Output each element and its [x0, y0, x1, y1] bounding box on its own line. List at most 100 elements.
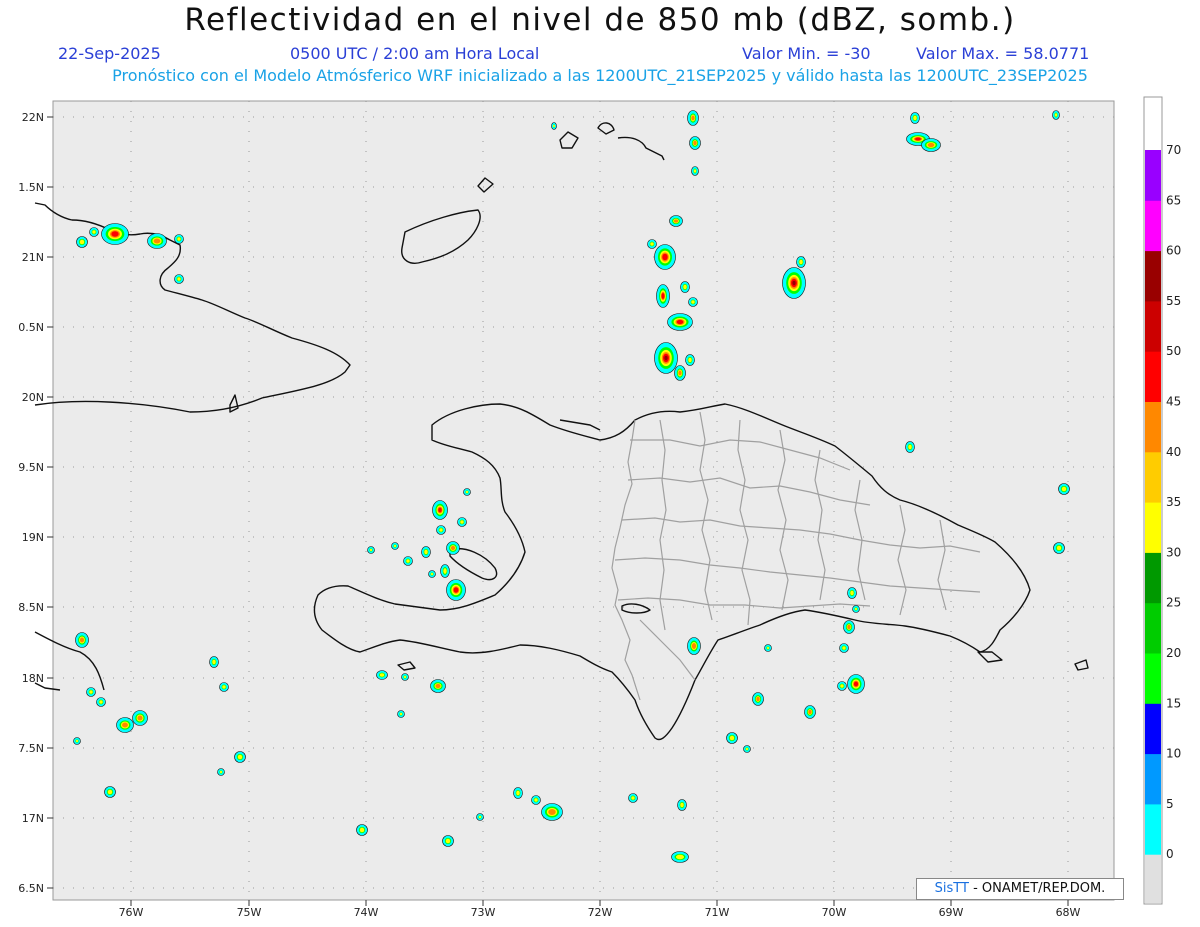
lat-label: 0.5N [18, 321, 44, 334]
echo-contour [122, 722, 128, 728]
colorbar-tick-label: 70 [1166, 143, 1181, 157]
echo-cell [654, 244, 676, 270]
echo-contour [92, 230, 96, 234]
latitude-labels: 22N 1.5N 21N 0.5N 20N 9.5N 19N 8.5N 18N 7.5N 17N 6.… [18, 111, 44, 895]
echo-contour [424, 549, 428, 555]
echo-contour [79, 637, 85, 643]
lat-label: 8.5N [18, 601, 44, 614]
lat-label: 17N [22, 812, 44, 825]
echo-cell [837, 681, 847, 691]
echo-contour [107, 789, 113, 795]
echo-contour [79, 239, 85, 245]
colorbar-segment [1145, 703, 1161, 755]
credit-brand: SisTT [934, 881, 969, 896]
lat-label: 21N [22, 251, 44, 264]
colorbar-segment [1145, 803, 1161, 855]
echo-contour [99, 700, 103, 704]
colorbar-segment [1145, 502, 1161, 553]
echo-cell [796, 256, 806, 268]
longitude-labels: 76W 75W 74W 73W 72W 71W 70W 69W 68W [119, 906, 1081, 919]
echo-contour [406, 559, 410, 563]
echo-contour [691, 643, 697, 649]
colorbar-tick-label: 10 [1166, 747, 1181, 761]
echo-cell [1058, 483, 1070, 495]
colorbar-segment [1145, 753, 1161, 805]
echo-cell [680, 281, 690, 293]
echo-cell [403, 556, 413, 566]
lon-label: 72W [588, 906, 613, 919]
echo-contour [847, 624, 851, 630]
echo-cell [463, 488, 471, 496]
echo-cell [1052, 110, 1060, 120]
lon-label: 76W [119, 906, 144, 919]
echo-cell [687, 110, 699, 126]
echo-cell [356, 824, 368, 836]
echo-contour [534, 798, 538, 802]
echo-contour [553, 124, 555, 128]
echo-cell [132, 710, 148, 726]
echo-contour [1056, 545, 1062, 551]
echo-contour [850, 590, 854, 596]
echo-contour [450, 545, 456, 551]
echo-cell [446, 541, 460, 555]
colorbar-segment [1145, 653, 1161, 704]
echo-contour [673, 219, 679, 223]
colorbar-segment [1145, 602, 1161, 654]
echo-contour [465, 490, 469, 494]
echo-cell [752, 692, 764, 706]
echo-cell [116, 717, 134, 733]
echo-cell [219, 682, 229, 692]
echo-contour [478, 815, 482, 819]
echo-cell [234, 751, 246, 763]
echo-contour [443, 568, 447, 574]
echo-contour [840, 684, 844, 688]
echo-contour [153, 238, 161, 244]
echo-cell [75, 632, 89, 648]
echo-cell [685, 354, 695, 366]
echo-contour [453, 587, 459, 593]
colorbar-segment [1145, 552, 1161, 604]
colorbar-tick-label: 45 [1166, 395, 1181, 409]
colorbar-below-zero [1145, 853, 1161, 903]
echo-cell [541, 803, 563, 821]
echo-cell [847, 674, 865, 694]
echo-contour [745, 747, 749, 751]
echo-contour [460, 520, 464, 524]
echo-cell [391, 542, 399, 550]
echo-contour [664, 355, 668, 361]
echo-cell [428, 570, 436, 578]
echo-cell [457, 517, 467, 527]
echo-contour [792, 280, 796, 286]
lat-label: 19N [22, 531, 44, 544]
credit-text: - ONAMET/REP.DOM. [968, 881, 1106, 896]
echo-cell [551, 122, 557, 130]
colorbar [1145, 150, 1161, 855]
lon-label: 74W [354, 906, 379, 919]
echo-cell [647, 239, 657, 249]
echo-contour [676, 319, 684, 325]
colorbar-tick-label: 25 [1166, 596, 1181, 610]
colorbar-tick-label: 30 [1166, 545, 1181, 559]
echo-contour [439, 528, 443, 532]
colorbar-tick-label: 65 [1166, 193, 1181, 207]
echo-cell [667, 313, 693, 331]
echo-cell [397, 710, 405, 718]
echo-contour [683, 284, 687, 290]
lon-label: 75W [237, 906, 262, 919]
echo-cell [432, 500, 448, 520]
echo-contour [756, 696, 760, 702]
echo-cell [89, 227, 99, 237]
echo-cell [513, 787, 523, 799]
echo-cell [104, 786, 116, 798]
echo-contour [548, 809, 556, 815]
echo-contour [854, 607, 858, 611]
echo-cell [430, 679, 446, 693]
echo-contour [222, 685, 226, 689]
echo-cell [804, 705, 816, 719]
echo-contour [675, 854, 685, 860]
echo-contour [516, 790, 520, 796]
echo-contour [438, 507, 442, 513]
echo-contour [853, 681, 859, 687]
echo-cell [726, 732, 738, 744]
echo-contour [359, 827, 365, 833]
